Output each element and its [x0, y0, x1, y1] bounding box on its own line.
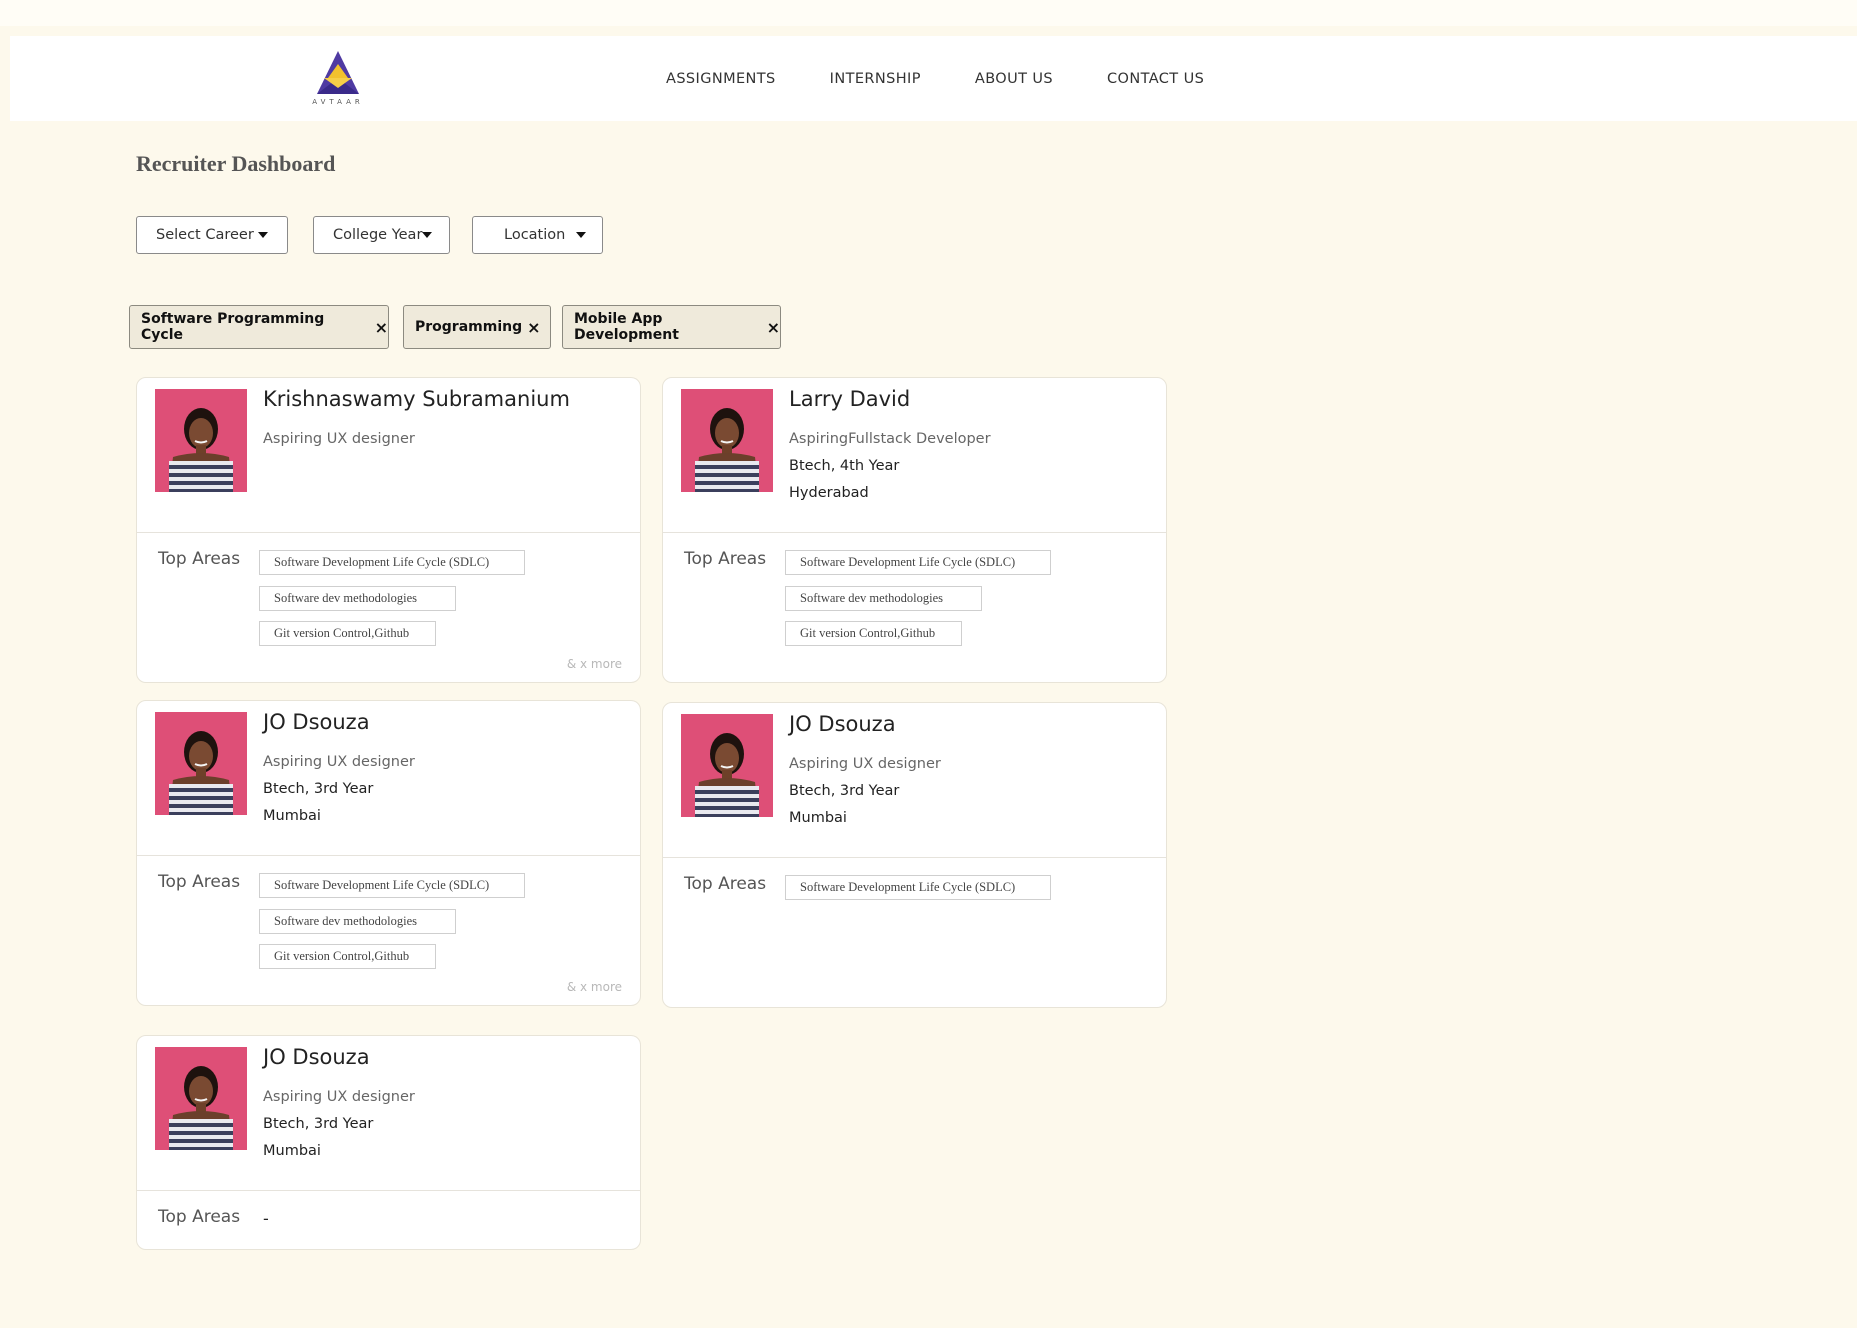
college-year-dropdown[interactable]: College Year [313, 216, 450, 254]
area-tag: Software Development Life Cycle (SDLC) [785, 550, 1051, 575]
top-areas-label: Top Areas [158, 549, 241, 569]
bottom-strip [0, 1328, 1857, 1336]
candidate-name: JO Dsouza [263, 710, 370, 734]
close-icon[interactable]: × [527, 318, 540, 337]
select-career-dropdown[interactable]: Select Career [136, 216, 288, 254]
candidate-card[interactable]: JO Dsouza Aspiring UX designer Btech, 3r… [136, 700, 641, 1006]
candidate-role: Aspiring UX designer [263, 431, 415, 447]
candidate-name: Krishnaswamy Subramanium [263, 387, 570, 411]
top-areas-label: Top Areas [684, 549, 767, 569]
filter-chip[interactable]: Programming × [403, 305, 551, 349]
area-tag: Software Development Life Cycle (SDLC) [785, 875, 1051, 900]
avtaar-logo[interactable]: AVTAAR [303, 48, 373, 112]
chip-label: Programming [415, 319, 523, 335]
location-label: Location [504, 227, 566, 243]
page-title: Recruiter Dashboard [136, 151, 336, 176]
divider [137, 1190, 640, 1191]
chip-label: Software Programming Cycle [141, 311, 325, 343]
candidate-role: AspiringFullstack Developer [789, 431, 991, 447]
select-career-label: Select Career [156, 227, 254, 243]
nav-contact-us[interactable]: CONTACT US [1107, 71, 1204, 87]
candidate-role: Aspiring UX designer [263, 1089, 415, 1105]
candidate-name: JO Dsouza [263, 1045, 370, 1069]
area-tag: Git version Control,Github [785, 621, 962, 646]
area-tag: Software dev methodologies [259, 909, 456, 934]
area-tag: Git version Control,Github [259, 944, 436, 969]
divider [137, 855, 640, 856]
chevron-down-icon [576, 232, 586, 238]
main-nav: ASSIGNMENTS INTERNSHIP ABOUT US CONTACT … [666, 36, 1258, 121]
candidate-card[interactable]: Krishnaswamy Subramanium Aspiring UX des… [136, 377, 641, 683]
chevron-down-icon [422, 232, 432, 238]
candidate-location: Mumbai [789, 810, 847, 826]
divider [663, 857, 1166, 858]
site-header: AVTAAR ASSIGNMENTS INTERNSHIP ABOUT US C… [10, 36, 1857, 121]
candidate-location: Mumbai [263, 808, 321, 824]
top-areas-label: Top Areas [158, 872, 241, 892]
college-year-label: College Year [333, 227, 423, 243]
avatar [681, 714, 773, 817]
filter-chip[interactable]: Software Programming Cycle × [129, 305, 389, 349]
nav-assignments[interactable]: ASSIGNMENTS [666, 71, 776, 87]
candidate-card[interactable]: JO Dsouza Aspiring UX designer Btech, 3r… [662, 702, 1167, 1008]
avatar [155, 1047, 247, 1150]
divider [663, 532, 1166, 533]
no-areas-marker: - [263, 1209, 269, 1228]
filter-chip[interactable]: Mobile App Development × [562, 305, 781, 349]
location-dropdown[interactable]: Location [472, 216, 603, 254]
more-areas-link[interactable]: & x more [567, 980, 622, 994]
candidate-card[interactable]: Larry David AspiringFullstack Developer … [662, 377, 1167, 683]
top-areas-label: Top Areas [158, 1207, 241, 1227]
avatar [681, 389, 773, 492]
candidate-name: JO Dsouza [789, 712, 896, 736]
area-tag: Software Development Life Cycle (SDLC) [259, 873, 525, 898]
nav-about-us[interactable]: ABOUT US [975, 71, 1053, 87]
more-areas-link[interactable]: & x more [567, 657, 622, 671]
candidate-location: Mumbai [263, 1143, 321, 1159]
candidate-education: Btech, 3rd Year [263, 1116, 374, 1132]
area-tag: Software dev methodologies [259, 586, 456, 611]
candidate-card[interactable]: JO Dsouza Aspiring UX designer Btech, 3r… [136, 1035, 641, 1250]
divider [137, 532, 640, 533]
area-tag: Git version Control,Github [259, 621, 436, 646]
candidate-education: Btech, 3rd Year [789, 783, 900, 799]
top-strip [0, 0, 1857, 26]
candidate-education: Btech, 4th Year [789, 458, 900, 474]
candidate-education: Btech, 3rd Year [263, 781, 374, 797]
avatar [155, 389, 247, 492]
chevron-down-icon [258, 232, 268, 238]
chip-label: Mobile App Development [574, 311, 679, 343]
candidate-name: Larry David [789, 387, 911, 411]
logo-mark-icon [317, 51, 359, 94]
candidate-role: Aspiring UX designer [789, 756, 941, 772]
candidate-role: Aspiring UX designer [263, 754, 415, 770]
close-icon[interactable]: × [767, 318, 780, 337]
area-tag: Software Development Life Cycle (SDLC) [259, 550, 525, 575]
nav-internship[interactable]: INTERNSHIP [830, 71, 921, 87]
logo-text: AVTAAR [312, 98, 364, 106]
avatar [155, 712, 247, 815]
close-icon[interactable]: × [375, 318, 388, 337]
candidate-location: Hyderabad [789, 485, 869, 501]
area-tag: Software dev methodologies [785, 586, 982, 611]
top-areas-label: Top Areas [684, 874, 767, 894]
